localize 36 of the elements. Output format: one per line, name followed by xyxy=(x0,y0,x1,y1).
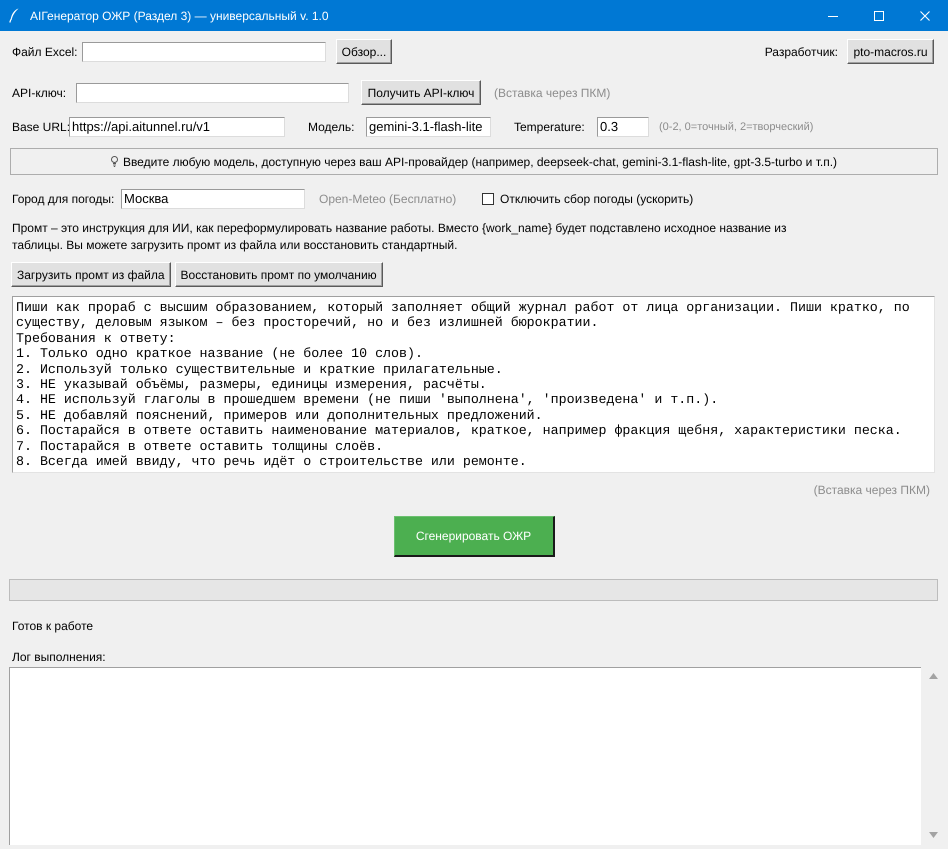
maximize-icon xyxy=(874,10,884,20)
log-label: Лог выполнения: xyxy=(12,650,106,664)
checkbox[interactable] xyxy=(482,193,494,205)
field-label: Модель: xyxy=(308,120,354,134)
field-label: API-ключ: xyxy=(12,86,66,100)
window-title: AIГенератор ОЖР (Раздел 3) — универсальный v. 1.0 xyxy=(30,8,329,24)
file-path-field[interactable] xyxy=(82,42,326,62)
temperature-hint: (0-2, 0=точный, 2=творческий) xyxy=(659,120,814,135)
info-text: Введите любую модель, доступную через ваш API-провайдер (например, deepseek-chat, gemini-3.1-flash-lite, gpt-3.5-turbo и т.п.) xyxy=(122,154,838,170)
city-field[interactable]: Москва xyxy=(121,189,305,209)
close-icon xyxy=(920,10,930,20)
browse-button[interactable]: Обзор... xyxy=(336,39,392,64)
developer-label: Разработчик: xyxy=(764,44,838,60)
scroll-up-icon[interactable] xyxy=(929,673,938,679)
temperature-field[interactable]: 0.3 xyxy=(597,117,649,137)
prompt-description: Промт – это инструкция для ИИ, как переформулировать название работы. Вместо {work_name} будет подставлено исходное название из таблицы. Вы можете загрузить промт из файла или восстановить стандартный. xyxy=(12,220,788,254)
load-prompt-button[interactable]: Загрузить промт из файла xyxy=(11,262,171,287)
developer-site-button[interactable]: pto-macros.ru xyxy=(847,39,934,64)
api-key-field[interactable] xyxy=(76,82,349,102)
lightbulb-icon xyxy=(110,156,118,167)
field-label: Temperature: xyxy=(514,120,585,134)
scroll-down-icon[interactable] xyxy=(929,832,938,838)
restore-prompt-button[interactable]: Восстановить промт по умолчанию xyxy=(174,262,383,287)
field-label: Base URL: xyxy=(12,120,70,134)
base-url-field[interactable]: https://api.aitunnel.ru/v1 xyxy=(69,117,285,137)
paste-hint: (Вставка через ПКМ) xyxy=(814,483,930,497)
status-text: Готов к работе xyxy=(12,619,94,633)
field-label: Файл Excel: xyxy=(12,44,78,58)
weather-source-label: Open-Meteo (Бесплатно) xyxy=(319,192,456,206)
paste-hint: (Вставка через ПКМ) xyxy=(494,84,610,102)
field-label: Город для погоды: xyxy=(12,192,114,206)
feather-icon xyxy=(9,8,19,23)
model-field[interactable]: gemini-3.1-flash-lite xyxy=(366,117,491,137)
checkbox-label[interactable]: Отключить сбор погоды (ускорить) xyxy=(500,190,694,208)
get-api-key-button[interactable]: Получить API-ключ xyxy=(361,80,481,105)
prompt-textarea[interactable]: Пиши как прораб с высшим образованием, который заполняет общий журнал работ от лица организации. Пиши кратко, по существу, деловым языком – без просторечий, но и без излишней бюрократии. Требования к ответу: 1. Только одно краткое название (не более 10 слов). 2. Используй только существительные и краткие прилагательные. 3. НЕ указывай объёмы, размеры, единицы измерения, расчёты. 4. НЕ используй глаголы в прошедшем времени (не пиши 'выполнена', 'произведена' и т.п.). 5. НЕ добавляй пояснений, примеров или дополнительных предложений. 6. Постарайся в ответе оставить наименование материалов, краткое, например фракция щебня, характеристики песка. 7. Постарайся в ответе оставить толщины слоёв. 8. Всегда имей ввиду, что речь идёт о строительстве или ремонте. xyxy=(12,296,935,473)
